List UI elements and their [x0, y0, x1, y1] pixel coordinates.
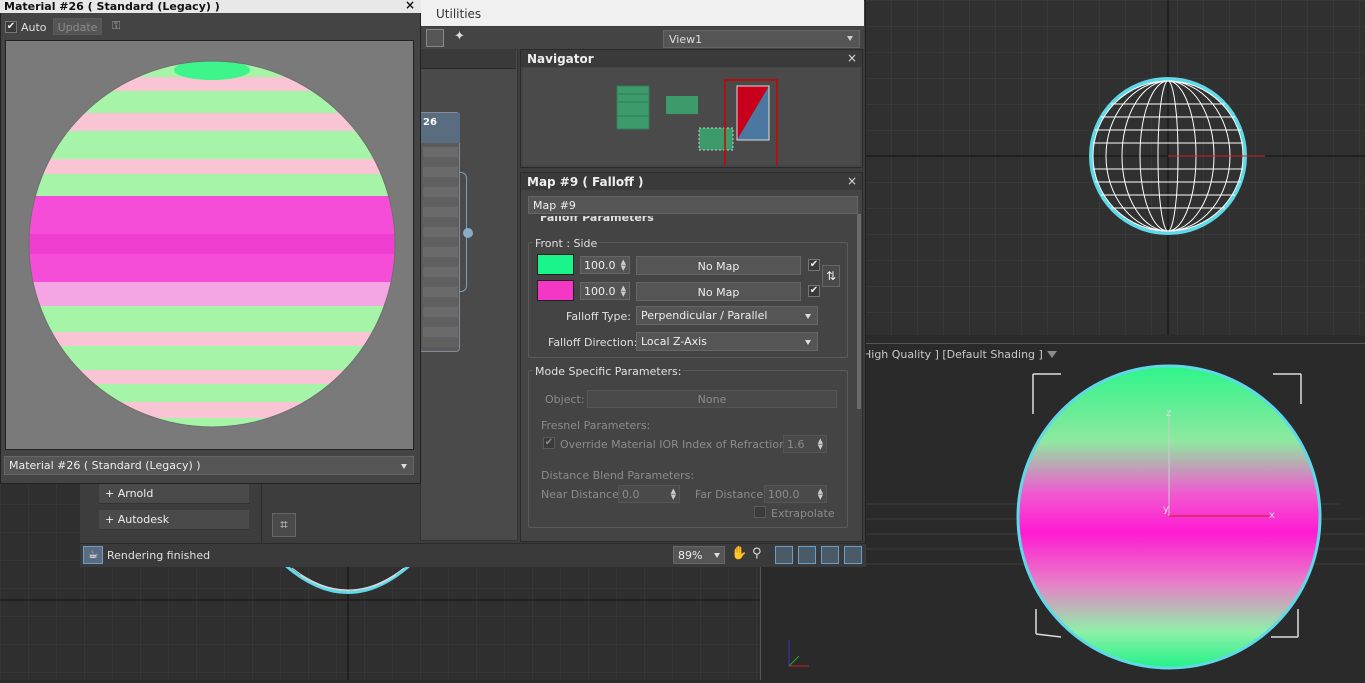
- filter-icon[interactable]: [1046, 351, 1057, 358]
- pin-icon[interactable]: ⚿: [112, 19, 122, 33]
- color-swatch-1[interactable]: [537, 254, 574, 275]
- map-params-title: Map #9 ( Falloff ): [527, 175, 644, 189]
- near-distance-spinner[interactable]: 0.0 ▲ ▼: [618, 485, 680, 503]
- browser-item-autodesk[interactable]: + Autodesk: [99, 510, 249, 530]
- fresnel-title: Fresnel Parameters:: [541, 419, 651, 432]
- close-icon[interactable]: ×: [847, 51, 857, 65]
- teapot-icon[interactable]: ☕: [83, 546, 103, 564]
- chevron-down-icon: [401, 464, 407, 469]
- navigator-canvas[interactable]: [523, 68, 860, 167]
- distance-blend-title: Distance Blend Parameters:: [541, 469, 695, 482]
- output-socket[interactable]: [463, 228, 473, 238]
- viewport-grid-top: [865, 0, 1365, 335]
- browser-item-arnold[interactable]: + Arnold: [99, 484, 249, 504]
- ior-label: Index of Refraction: [682, 438, 787, 451]
- far-distance-spinner[interactable]: 100.0 ▲ ▼: [764, 485, 827, 503]
- zoom-extents-icon[interactable]: [798, 546, 816, 564]
- preview-sphere: [28, 60, 396, 428]
- node-slots: [423, 147, 458, 347]
- amount-spinner-2[interactable]: 100.0 ▲ ▼: [580, 282, 630, 300]
- zoom-select[interactable]: 89%: [673, 546, 725, 564]
- chevron-down-icon: [805, 314, 811, 319]
- navigator-panel: Navigator ×: [520, 49, 863, 168]
- node-header: 26: [421, 113, 460, 143]
- chevron-down-icon: [847, 36, 853, 41]
- pan-icon[interactable]: ✋: [731, 546, 747, 564]
- map-button-1[interactable]: No Map: [636, 256, 801, 275]
- node-title: 26: [423, 117, 437, 128]
- maximize-icon[interactable]: [844, 546, 862, 564]
- material-preview[interactable]: [5, 40, 414, 450]
- layout-icon[interactable]: [426, 29, 444, 47]
- view-select[interactable]: View1: [663, 30, 860, 48]
- menu-utilities[interactable]: Utilities: [436, 7, 481, 21]
- scrollbar[interactable]: [857, 214, 861, 409]
- chevron-down-icon: [805, 340, 811, 345]
- viewport-top-right[interactable]: [865, 0, 1365, 335]
- navigator-title: Navigator: [527, 52, 594, 66]
- ior-spinner[interactable]: 1.6 ▲ ▼: [783, 435, 827, 453]
- map-button-2[interactable]: No Map: [636, 282, 801, 301]
- world-axis-icon: [788, 640, 809, 667]
- navigator-thumbnails: [616, 79, 778, 167]
- close-icon[interactable]: ×: [847, 174, 857, 188]
- far-distance-label: Far Distance:: [695, 488, 767, 501]
- amount-spinner-1[interactable]: 100.0 ▲ ▼: [580, 256, 630, 274]
- mode-specific-title: Mode Specific Parameters:: [533, 365, 684, 378]
- extrapolate-label: Extrapolate: [771, 507, 835, 520]
- override-ior-checkbox[interactable]: ✔: [543, 437, 555, 449]
- viewport-label[interactable]: High Quality ] [Default Shading ]: [863, 348, 1057, 361]
- zoom-region-icon[interactable]: [775, 546, 793, 564]
- front-side-label: Front : Side: [533, 237, 600, 250]
- zoom-selected-icon[interactable]: [821, 546, 839, 564]
- close-icon[interactable]: ×: [405, 0, 415, 12]
- svg-text:y: y: [1163, 504, 1169, 515]
- object-pick-button[interactable]: None: [587, 390, 837, 408]
- extrapolate-checkbox[interactable]: [754, 506, 766, 518]
- falloff-type-select[interactable]: Perpendicular / Parallel: [636, 306, 818, 325]
- slate-menubar: Utilities: [420, 0, 864, 26]
- object-label: Object:: [545, 393, 585, 406]
- render-icon[interactable]: ✦: [454, 29, 472, 47]
- color-swatch-2[interactable]: [537, 280, 574, 301]
- rollout-header-clip: Falloff Parameters: [528, 216, 848, 224]
- svg-text:z: z: [1166, 408, 1171, 419]
- override-ior-label: Override Material IOR: [560, 438, 679, 451]
- svg-text:x: x: [1269, 510, 1275, 521]
- near-distance-label: Near Distance:: [541, 488, 623, 501]
- material-select[interactable]: Material #26 ( Standard (Legacy) ): [4, 456, 414, 475]
- swap-colors-icon[interactable]: ⇅: [822, 265, 840, 287]
- status-text: Rendering finished: [107, 549, 211, 562]
- falloff-direction-label: Falloff Direction:: [548, 336, 638, 349]
- canvas-header: [420, 49, 516, 69]
- auto-checkbox[interactable]: ✔: [5, 21, 17, 33]
- material-node[interactable]: 26: [420, 112, 460, 352]
- map-name-field[interactable]: Map #9: [528, 196, 858, 214]
- auto-label: Auto: [21, 21, 47, 34]
- update-button[interactable]: Update: [53, 18, 102, 35]
- chevron-down-icon: [714, 553, 720, 558]
- binoculars-icon[interactable]: ⌗: [272, 513, 296, 537]
- zoom-icon[interactable]: ⚲: [752, 546, 768, 564]
- falloff-direction-select[interactable]: Local Z-Axis: [636, 332, 818, 351]
- falloff-type-label: Falloff Type:: [566, 310, 631, 323]
- rollout-title[interactable]: Falloff Parameters: [540, 216, 654, 224]
- map-enable-checkbox-2[interactable]: ✔: [808, 285, 820, 297]
- material-window-title: Material #26 ( Standard (Legacy) ) ×: [0, 0, 421, 13]
- map-enable-checkbox-1[interactable]: ✔: [808, 259, 820, 271]
